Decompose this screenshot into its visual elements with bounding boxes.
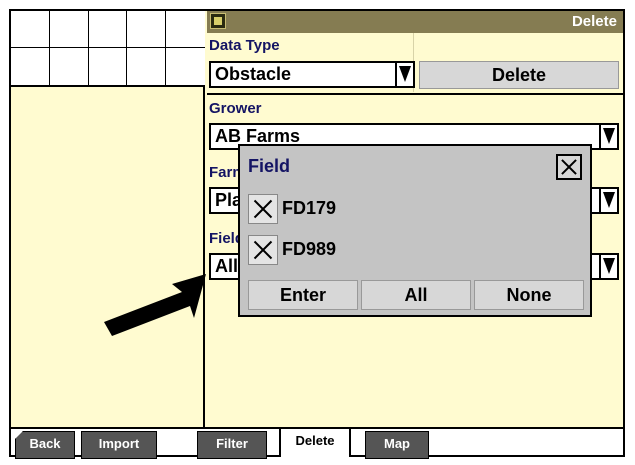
grower-value: AB Farms: [215, 126, 301, 146]
tab-filter[interactable]: Filter: [197, 431, 267, 459]
status-grid: [11, 11, 205, 87]
all-button[interactable]: All: [361, 280, 471, 310]
grid-cell: [127, 48, 167, 85]
tab-back[interactable]: Back: [15, 431, 75, 459]
popup-button-row: Enter All None: [248, 280, 584, 310]
delete-button[interactable]: Delete: [419, 61, 619, 89]
grid-cell: [127, 11, 167, 48]
close-icon[interactable]: [556, 154, 582, 180]
grid-cell: [11, 48, 50, 85]
left-pane: [11, 11, 205, 427]
grid-cell: [166, 48, 205, 85]
field-item-label: FD989: [282, 239, 337, 259]
app-icon: [210, 13, 226, 29]
grid-cell: [88, 11, 128, 48]
grid-cell: [88, 48, 128, 85]
field-popup: Field FD179 FD989 Enter All None: [238, 144, 592, 317]
field-item-label: FD179: [282, 198, 337, 218]
grid-cell: [49, 11, 89, 48]
checkbox[interactable]: [248, 194, 278, 224]
tab-map[interactable]: Map: [365, 431, 429, 459]
checkbox[interactable]: [248, 235, 278, 265]
none-button[interactable]: None: [474, 280, 584, 310]
data-type-label: Data Type: [209, 37, 280, 54]
window-title: Delete: [571, 13, 617, 30]
tab-delete[interactable]: Delete: [279, 427, 351, 457]
popup-title: Field: [248, 156, 291, 176]
enter-button[interactable]: Enter: [248, 280, 358, 310]
grid-cell: [11, 11, 50, 48]
data-type-dropdown[interactable]: Obstacle: [209, 61, 415, 88]
tab-bar: Back Import Filter Delete Map: [11, 427, 623, 459]
field-value: All: [215, 256, 239, 276]
divider: [207, 93, 623, 95]
data-type-value: Obstacle: [215, 64, 292, 84]
chevron-down-icon: [599, 189, 617, 212]
chevron-down-icon: [599, 255, 617, 278]
arrow-pointer-icon: [104, 274, 206, 336]
grid-cell: [166, 11, 205, 48]
title-bar: Delete: [207, 11, 623, 33]
grower-label: Grower: [209, 100, 262, 117]
chevron-down-icon: [599, 125, 617, 148]
tab-import[interactable]: Import: [81, 431, 157, 459]
grid-cell: [49, 48, 89, 85]
chevron-down-icon: [395, 63, 413, 86]
